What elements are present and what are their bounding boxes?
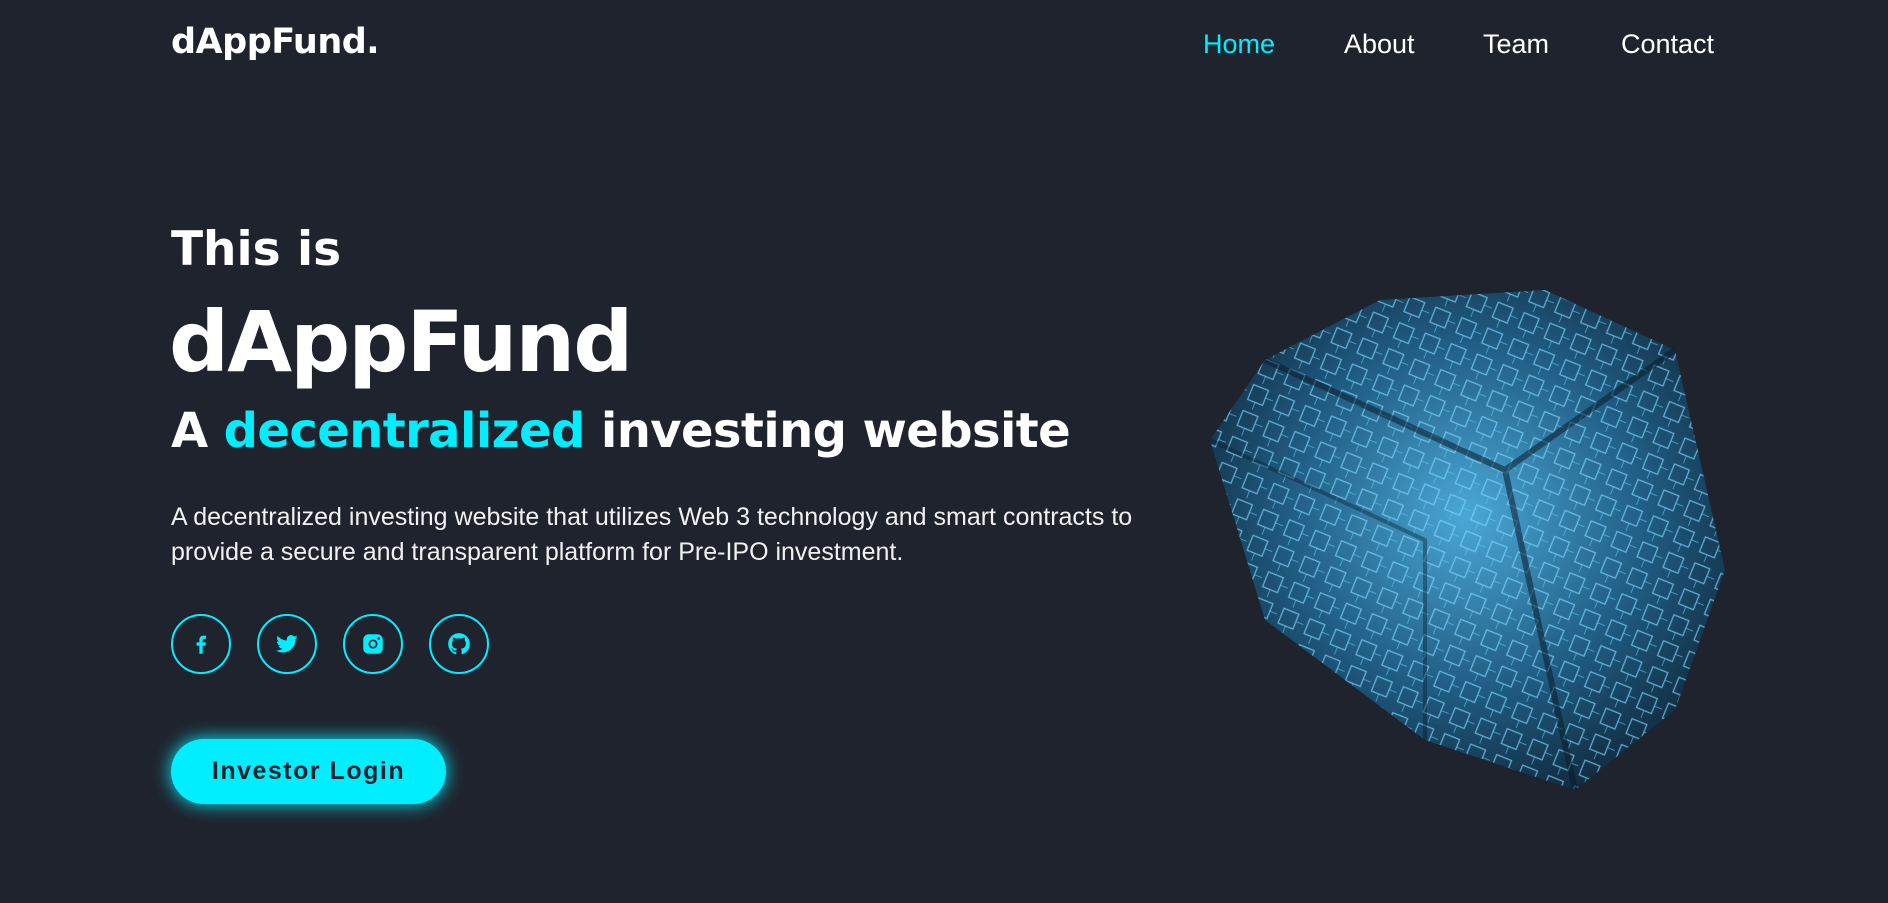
github-link[interactable] [429, 614, 489, 674]
twitter-link[interactable] [257, 614, 317, 674]
tagline-accent: decentralized [223, 403, 586, 459]
nav-link-home[interactable]: Home [1203, 29, 1275, 60]
github-icon [448, 633, 470, 655]
nav-link-about[interactable]: About [1344, 29, 1415, 60]
nav-link-contact[interactable]: Contact [1621, 29, 1714, 60]
instagram-link[interactable] [343, 614, 403, 674]
hero-description: A decentralized investing website that u… [171, 503, 1133, 566]
hero-brand-title: dAppFund [169, 293, 633, 391]
hero-tagline: A decentralized investing website [171, 403, 1071, 459]
investor-login-button[interactable]: Investor Login [171, 739, 446, 804]
facebook-icon [196, 635, 206, 654]
facebook-link[interactable] [171, 614, 231, 674]
blockchain-cube-illustration [1209, 290, 1725, 791]
hero-intro: This is [171, 222, 342, 277]
site-logo[interactable]: dAppFund. [171, 22, 380, 62]
instagram-icon [363, 634, 383, 654]
tagline-suffix: investing website [584, 403, 1071, 459]
tagline-prefix: A [171, 403, 224, 459]
main-nav: Home About Team Contact [1203, 29, 1714, 60]
social-links [171, 614, 489, 674]
nav-link-team[interactable]: Team [1483, 29, 1549, 60]
twitter-icon [275, 635, 298, 653]
